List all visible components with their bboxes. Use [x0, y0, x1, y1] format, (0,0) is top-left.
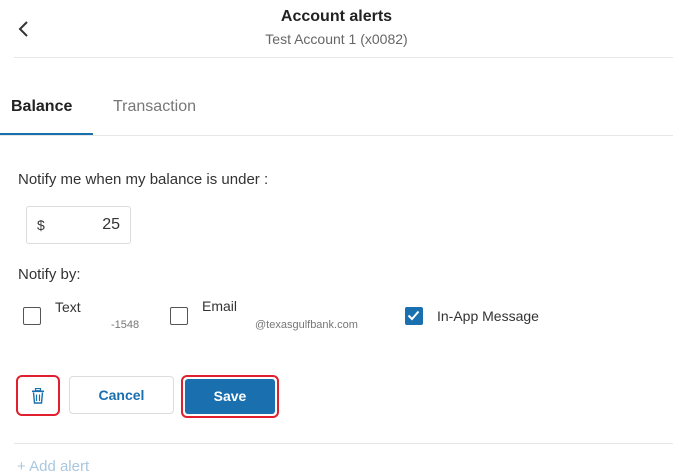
email-option-label: Email: [202, 298, 238, 314]
in-app-message-checkbox[interactable]: [405, 307, 423, 325]
tabs-divider: [0, 135, 673, 136]
text-checkbox[interactable]: [23, 307, 41, 325]
delete-alert-button[interactable]: [16, 375, 60, 416]
text-phone-suffix: -1548: [111, 319, 140, 331]
bottom-divider: [14, 443, 673, 444]
tab-transaction[interactable]: Transaction: [113, 98, 196, 116]
account-subtitle: Test Account 1 (x0082): [265, 31, 408, 47]
tab-balance[interactable]: Balance: [11, 98, 72, 116]
header-divider: [14, 57, 673, 58]
checkmark-icon: [407, 310, 420, 321]
page-title: Account alerts: [280, 8, 393, 25]
save-button[interactable]: Save: [185, 379, 275, 414]
cancel-button[interactable]: Cancel: [69, 376, 174, 414]
currency-symbol: $: [37, 217, 45, 233]
add-alert-link[interactable]: + Add alert: [17, 458, 89, 475]
in-app-message-label: In-App Message: [437, 308, 539, 324]
balance-threshold-label: Notify me when my balance is under :: [18, 171, 269, 188]
email-checkbox[interactable]: [170, 307, 188, 325]
balance-amount-input[interactable]: $ 25: [26, 206, 131, 244]
trash-icon: [32, 388, 44, 404]
email-domain: @texasgulfbank.com: [255, 319, 358, 331]
text-option-label: Text: [55, 299, 81, 315]
notify-by-label: Notify by:: [18, 266, 81, 283]
balance-amount-value: 25: [102, 216, 120, 233]
